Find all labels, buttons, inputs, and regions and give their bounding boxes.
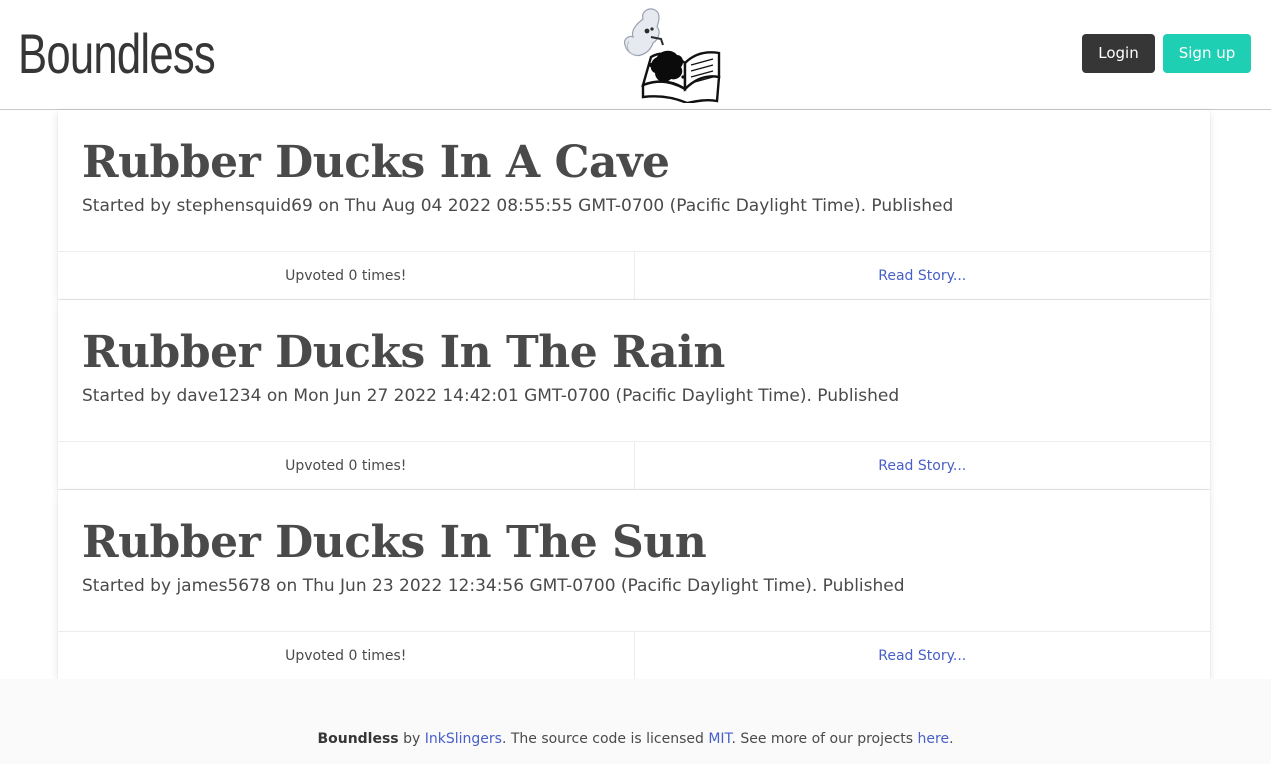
story-card: Rubber Ducks In The Rain Started by dave…: [58, 300, 1210, 489]
mit-license-link[interactable]: MIT: [708, 731, 731, 747]
footer-brand: Boundless: [317, 731, 399, 747]
login-button[interactable]: Login: [1082, 34, 1155, 73]
upvote-count: Upvoted 0 times!: [285, 267, 407, 284]
read-story-item: Read Story...: [633, 252, 1211, 299]
story-card-content: Rubber Ducks In The Sun Started by james…: [58, 490, 1210, 631]
footer-text-license: . The source code is licensed: [501, 731, 709, 747]
read-story-link[interactable]: Read Story...: [878, 268, 966, 284]
story-card-footer: Upvoted 0 times! Read Story...: [58, 631, 1210, 679]
story-meta: Started by stephensquid69 on Thu Aug 04 …: [82, 196, 954, 216]
story-meta: Started by dave1234 on Mon Jun 27 2022 1…: [82, 386, 900, 406]
read-story-link[interactable]: Read Story...: [878, 458, 966, 474]
read-story-item: Read Story...: [633, 442, 1211, 489]
read-story-link[interactable]: Read Story...: [878, 648, 966, 664]
story-card-content: Rubber Ducks In The Rain Started by dave…: [58, 300, 1210, 441]
brand-logo-text[interactable]: Boundless: [18, 18, 216, 90]
story-card: Rubber Ducks In The Sun Started by james…: [58, 490, 1210, 679]
story-list: Rubber Ducks In A Cave Started by stephe…: [58, 110, 1210, 679]
signup-button[interactable]: Sign up: [1163, 34, 1251, 73]
navbar: Boundless Login Sign up: [0, 0, 1271, 110]
story-meta: Started by james5678 on Thu Jun 23 2022 …: [82, 576, 905, 596]
story-title: Rubber Ducks In The Sun: [82, 517, 707, 568]
footer-text-by: by: [398, 731, 425, 747]
upvote-count: Upvoted 0 times!: [285, 457, 407, 474]
story-card: Rubber Ducks In A Cave Started by stephe…: [58, 110, 1210, 299]
footer-text-end: .: [949, 731, 954, 747]
story-card-content: Rubber Ducks In A Cave Started by stephe…: [58, 110, 1210, 251]
story-card-footer: Upvoted 0 times! Read Story...: [58, 251, 1210, 299]
site-footer: Boundless by InkSlingers. The source cod…: [0, 679, 1271, 764]
story-title: Rubber Ducks In The Rain: [82, 327, 725, 378]
footer-text-more: . See more of our projects: [731, 731, 918, 747]
inkslingers-link[interactable]: InkSlingers: [425, 731, 502, 747]
story-title: Rubber Ducks In A Cave: [82, 137, 670, 188]
ghost-reading-book-icon[interactable]: [621, 5, 723, 103]
projects-link[interactable]: here: [918, 731, 950, 747]
upvote-count: Upvoted 0 times!: [285, 647, 407, 664]
story-card-footer: Upvoted 0 times! Read Story...: [58, 441, 1210, 489]
read-story-item: Read Story...: [633, 632, 1211, 679]
